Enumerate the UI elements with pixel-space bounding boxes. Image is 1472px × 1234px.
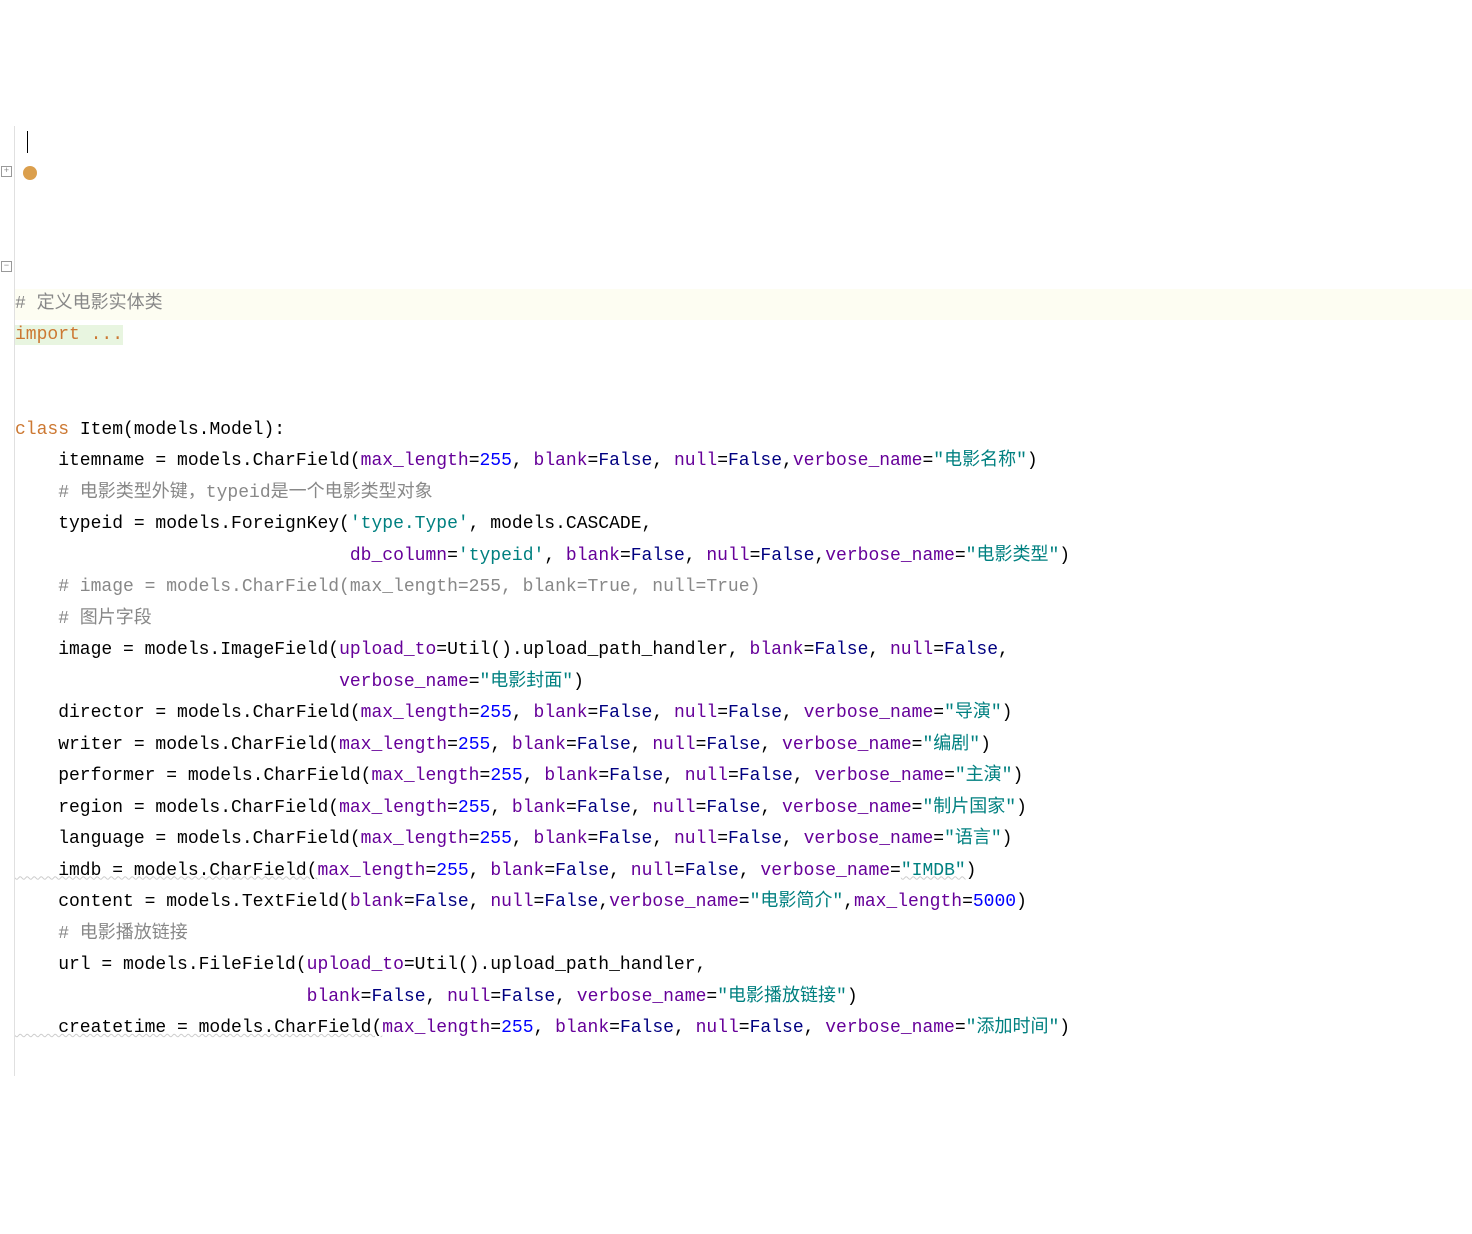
comment-typeid: # 电影类型外键，typeid是一个电影类型对象 <box>15 483 433 503</box>
comment-url: # 电影播放链接 <box>15 924 188 944</box>
folded-import[interactable]: import ... <box>15 325 123 345</box>
comment-image-field: # 图片字段 <box>15 609 152 629</box>
field-director: director = models.CharField( <box>15 703 361 723</box>
fold-marker-class[interactable]: − <box>1 261 12 272</box>
breakpoint-indicator[interactable] <box>23 166 37 180</box>
code-editor[interactable]: + − # 定义电影实体类 import ... class Item(models… <box>0 126 1472 1076</box>
field-language: language = models.CharField( <box>15 829 361 849</box>
fold-marker-import[interactable]: + <box>1 166 12 177</box>
comment-image-old: # image = models.CharField(max_length=25… <box>15 577 760 597</box>
field-image: image = models.ImageField( <box>15 640 339 660</box>
comment-line: # 定义电影实体类 <box>15 294 163 314</box>
class-keyword: class <box>15 420 69 440</box>
field-imdb: imdb = models.CharField( <box>15 861 317 881</box>
text-cursor <box>27 131 28 153</box>
field-content: content = models.TextField( <box>15 892 350 912</box>
class-declaration: Item(models.Model): <box>69 420 285 440</box>
field-createtime: createtime = models.CharField( <box>15 1018 382 1038</box>
editor-gutter: + − <box>0 126 15 1076</box>
code-content[interactable]: # 定义电影实体类 import ... class Item(models.Mod… <box>15 289 1472 1045</box>
field-writer: writer = models.CharField( <box>15 735 339 755</box>
field-region: region = models.CharField( <box>15 798 339 818</box>
field-itemname: itemname = models.CharField( <box>15 451 361 471</box>
field-typeid: typeid = models.ForeignKey( <box>15 514 350 534</box>
field-url: url = models.FileField( <box>15 955 307 975</box>
field-performer: performer = models.CharField( <box>15 766 371 786</box>
